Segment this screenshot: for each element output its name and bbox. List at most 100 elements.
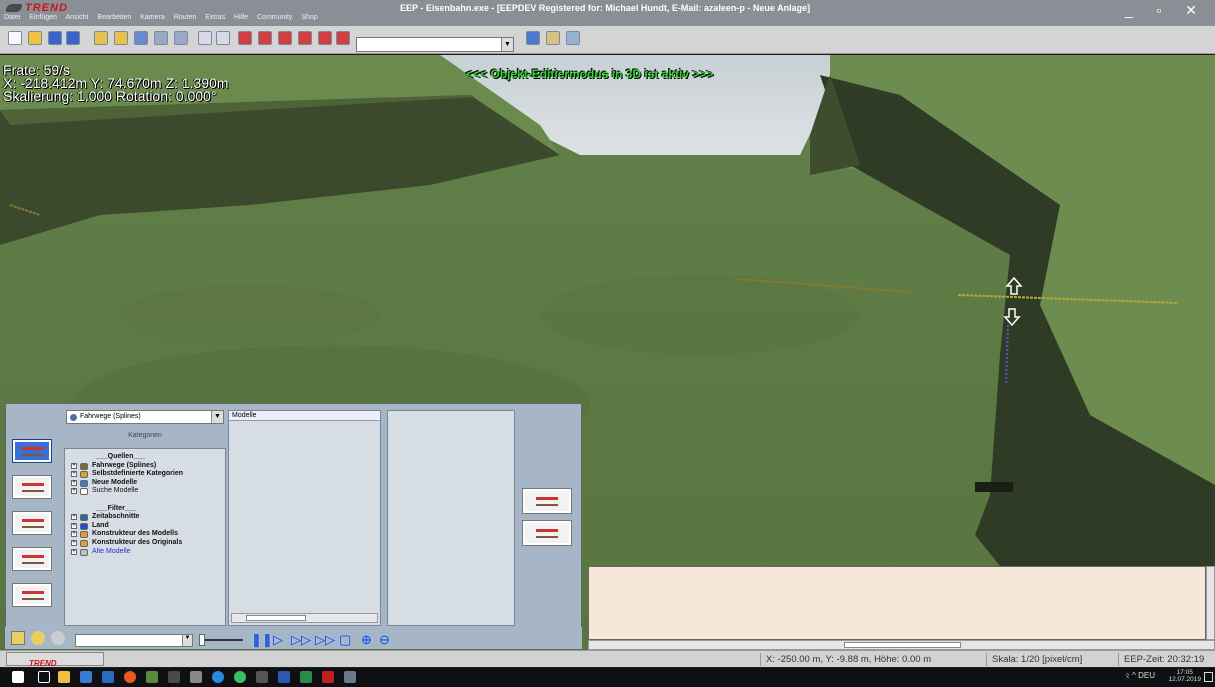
windows-start-icon[interactable] [12,671,24,683]
chevron-down-icon[interactable]: ▼ [182,635,192,646]
language-indicator[interactable]: DEU [1138,671,1155,680]
explorer-icon[interactable] [58,671,70,683]
menu-bearbeiten[interactable]: Bearbeiten [97,14,131,21]
new-file-icon[interactable] [8,31,22,45]
expand-icon[interactable]: + [71,514,77,521]
tree-item[interactable]: + Zeitabschnitte [68,513,225,522]
tree-item[interactable]: + Neue Modelle [68,479,225,488]
expand-icon[interactable]: + [71,462,77,469]
pencil-icon[interactable] [11,631,25,645]
message-hscrollbar[interactable] [588,640,1215,650]
layer-icon-2[interactable] [258,31,272,45]
menu-hilfe[interactable]: Hilfe [234,14,248,21]
taskbar-app-icon-1[interactable] [80,671,92,683]
pause-icon[interactable]: ❚❚ [251,632,273,648]
system-tray[interactable]: ᛟ ^ DEU [1125,671,1155,680]
expand-icon[interactable]: + [71,471,77,478]
play-icon[interactable]: ▷ [273,632,283,648]
stop-icon[interactable]: ▢ [339,632,351,648]
menu-kamera[interactable]: Kamera [140,14,165,21]
menu-ansicht[interactable]: Ansicht [66,14,89,21]
whatsapp-icon[interactable] [234,671,246,683]
taskbar-app-icon-3[interactable] [146,671,158,683]
speed-slider[interactable] [199,634,243,646]
bottom-combo[interactable]: ▼ [75,634,193,647]
redo-icon[interactable] [216,31,230,45]
tree-item[interactable]: + Konstrukteur des Modells [68,530,225,539]
place-model-button[interactable] [522,520,572,546]
info-icon[interactable] [566,31,580,45]
expand-icon[interactable]: + [71,479,77,486]
save-as-icon[interactable] [66,31,80,45]
tram-button[interactable] [12,511,52,535]
taskbar-app-icon-4[interactable] [168,671,180,683]
toolbar-combo[interactable]: ▼ [356,37,514,52]
menu-extras[interactable]: Extras [205,14,225,21]
tool-icon-4[interactable] [154,31,168,45]
firefox-icon[interactable] [124,671,136,683]
tree-item[interactable]: + Konstrukteur des Originals [68,539,225,548]
menu-routen[interactable]: Routen [174,14,197,21]
tool-icon-2[interactable] [114,31,128,45]
zoom-in-icon[interactable]: ⊕ [361,632,372,648]
slider-knob[interactable] [199,634,205,646]
tree-item[interactable]: + Selbstdefinierte Kategorien [68,470,225,479]
water-button[interactable] [12,547,52,571]
picture-icon[interactable] [526,31,540,45]
task-view-icon[interactable] [38,671,50,683]
camera-icon[interactable] [51,631,65,645]
expand-icon[interactable]: + [71,488,77,495]
models-list[interactable]: Modelle [228,410,381,626]
road-button[interactable] [12,475,52,499]
landscape-button[interactable] [12,583,52,607]
menu-shop[interactable]: Shop [301,14,317,21]
rail-tracks-button[interactable] [12,439,52,463]
fast-forward-icon[interactable]: ▷▷ [291,632,311,648]
calculator-icon[interactable] [256,671,268,683]
excel-icon[interactable] [300,671,312,683]
tool-icon-3[interactable] [134,31,148,45]
tool-icon-5[interactable] [174,31,188,45]
trend-tab[interactable]: TREND [6,652,104,668]
taskbar-app-icon-2[interactable] [102,671,114,683]
tree-item[interactable]: + Land [68,522,225,531]
layer-icon-6[interactable] [336,31,350,45]
tree-item[interactable]: + Fahrwege (Splines) [68,462,225,471]
expand-icon[interactable]: + [71,531,77,538]
open-folder-icon[interactable] [28,31,42,45]
expand-icon[interactable]: + [71,522,77,529]
menu-community[interactable]: Community [257,14,292,21]
system-clock[interactable]: 17:05 12.07.2019 [1168,669,1201,683]
taskbar-app-icon-5[interactable] [190,671,202,683]
layer-icon-5[interactable] [318,31,332,45]
zoom-out-icon[interactable]: ⊖ [379,632,390,648]
tool-icon-1[interactable] [94,31,108,45]
menu-einfuegen[interactable]: Einfügen [29,14,57,21]
models-scrollbar[interactable] [231,613,378,623]
category-tree[interactable]: ___Quellen___ + Fahrwege (Splines) + Selbstd… [64,448,226,626]
undo-icon[interactable] [198,31,212,45]
window-controls[interactable]: _ ▫ ✕ [1125,2,1207,19]
layer-icon-1[interactable] [238,31,252,45]
notification-icon[interactable] [1204,672,1213,682]
scroll-thumb[interactable] [246,615,306,621]
network-icon[interactable]: ᛟ ^ [1125,671,1138,680]
skype-icon[interactable] [212,671,224,683]
scroll-thumb[interactable] [844,642,961,648]
save-icon[interactable] [48,31,62,45]
insert-model-button[interactable] [522,488,572,514]
layer-icon-3[interactable] [278,31,292,45]
settings-icon[interactable] [546,31,560,45]
skip-forward-icon[interactable]: ▷▷ [315,632,335,648]
chevron-down-icon[interactable]: ▼ [501,38,513,51]
tree-item[interactable]: + Suche Modelle [68,487,225,496]
pdf-icon[interactable] [322,671,334,683]
expand-icon[interactable]: + [71,539,77,546]
category-select[interactable]: Fahrwege (Splines) ▼ [66,410,224,424]
message-vscrollbar[interactable] [1206,566,1215,640]
layer-icon-4[interactable] [298,31,312,45]
eep-taskbar-icon[interactable] [344,671,356,683]
message-area[interactable] [588,566,1206,640]
chevron-down-icon[interactable]: ▼ [211,411,223,423]
word-icon[interactable] [278,671,290,683]
